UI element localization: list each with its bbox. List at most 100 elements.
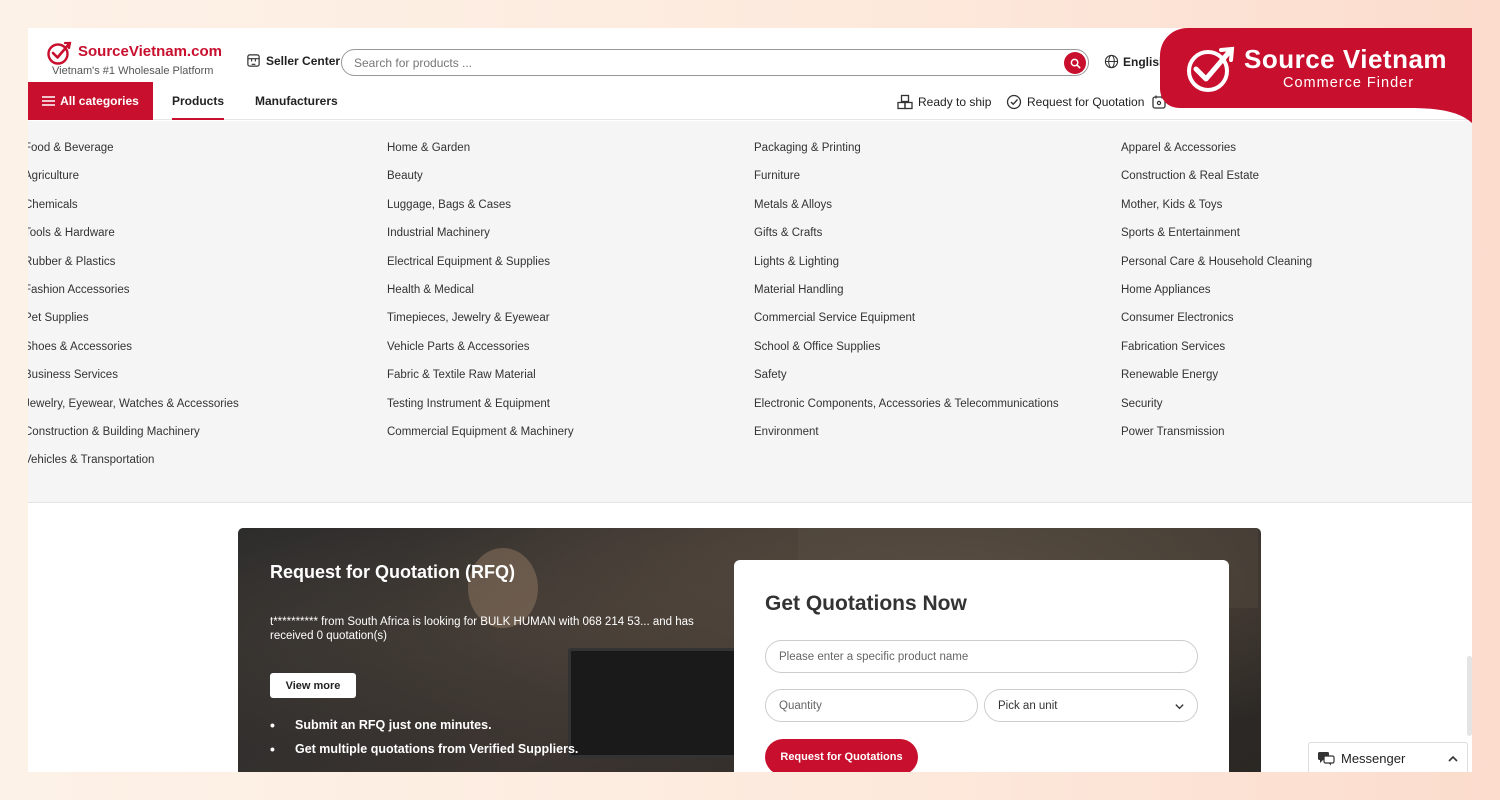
category-link[interactable]: Furniture [754, 169, 1059, 197]
list-item: Submit an RFQ just one minutes. [270, 717, 578, 742]
category-link[interactable]: Agriculture [28, 169, 364, 197]
quotation-form: Get Quotations Now Pick an unit Request … [734, 560, 1229, 772]
brand-subtitle: Commerce Finder [1283, 75, 1415, 91]
scrollbar[interactable] [1467, 656, 1472, 736]
category-link[interactable]: Metals & Alloys [754, 198, 1059, 226]
category-link[interactable]: Material Handling [754, 283, 1059, 311]
request-quotation-label: Request for Quotation [1027, 95, 1145, 109]
ready-to-ship-link[interactable]: Ready to ship [897, 94, 991, 110]
category-link[interactable]: Beauty [387, 169, 574, 197]
category-link[interactable]: Fabrication Services [1121, 340, 1312, 368]
search-icon [1070, 58, 1080, 68]
category-link[interactable]: Pet Supplies [28, 311, 364, 339]
category-link[interactable]: Jewelry, Eyewear, Watches & Accessories [28, 397, 364, 425]
category-link[interactable]: Industrial Machinery [387, 226, 574, 254]
list-item: Get multiple quotations from Verified Su… [270, 741, 578, 766]
brand-watermark: Source Vietnam Commerce Finder [1160, 28, 1472, 123]
category-link[interactable]: Fabric & Textile Raw Material [387, 368, 574, 396]
category-link[interactable]: Luggage, Bags & Cases [387, 198, 574, 226]
rfq-latest-request: t********** from South Africa is looking… [270, 616, 694, 642]
brand-title: Source Vietnam [1244, 44, 1448, 74]
category-link[interactable]: Construction & Building Machinery [28, 425, 364, 453]
category-link[interactable]: Power Transmission [1121, 425, 1312, 453]
seller-center-label: Seller Center [266, 53, 341, 68]
category-link[interactable]: Consumer Electronics [1121, 311, 1312, 339]
unit-select-value: Pick an unit [998, 699, 1058, 712]
category-link[interactable]: Personal Care & Household Cleaning [1121, 255, 1312, 283]
category-link[interactable]: Commercial Equipment & Machinery [387, 425, 574, 453]
product-name-input[interactable] [765, 640, 1198, 673]
category-link[interactable]: Safety [754, 368, 1059, 396]
category-link[interactable]: Health & Medical [387, 283, 574, 311]
tab-products[interactable]: Products [172, 94, 225, 120]
rfq-benefits-list: Submit an RFQ just one minutes. Get mult… [270, 717, 578, 766]
category-link[interactable]: Electronic Components, Accessories & Tel… [754, 397, 1059, 425]
category-link[interactable]: Home & Garden [387, 141, 574, 169]
category-link[interactable]: Construction & Real Estate [1121, 169, 1312, 197]
language-selector[interactable]: English [1104, 54, 1166, 69]
categories-dropdown: Food & Beverage Agriculture Chemicals Tools… [28, 121, 1472, 503]
category-link[interactable]: Environment [754, 425, 1059, 453]
category-link[interactable]: Timepieces, Jewelry & Eyewear [387, 311, 574, 339]
unit-select[interactable]: Pick an unit [984, 689, 1198, 722]
search-input[interactable] [354, 54, 1054, 72]
category-link[interactable]: Food & Beverage [28, 141, 364, 169]
chevron-down-icon [1175, 704, 1184, 710]
category-column-1: Food & Beverage Agriculture Chemicals Tools… [28, 141, 364, 482]
background-photo [568, 648, 758, 758]
category-link[interactable]: Mother, Kids & Toys [1121, 198, 1312, 226]
seller-center-link[interactable]: Seller Center [246, 53, 340, 68]
category-link[interactable]: Lights & Lighting [754, 255, 1059, 283]
chat-icon [1318, 751, 1335, 765]
logo-tagline: Vietnam's #1 Wholesale Platform [52, 65, 214, 77]
category-link[interactable]: Shoes & Accessories [28, 340, 364, 368]
chevron-up-icon [1448, 755, 1458, 762]
boxes-icon [897, 94, 913, 110]
tab-manufacturers[interactable]: Manufacturers [255, 94, 338, 108]
messenger-label: Messenger [1341, 750, 1406, 766]
category-link[interactable]: Electrical Equipment & Supplies [387, 255, 574, 283]
request-quotations-button[interactable]: Request for Quotations [765, 739, 918, 772]
ready-to-ship-label: Ready to ship [918, 95, 992, 109]
category-link[interactable]: Vehicles & Transportation [28, 453, 364, 481]
category-link[interactable]: Tools & Hardware [28, 226, 364, 254]
category-link[interactable]: Rubber & Plastics [28, 255, 364, 283]
category-link[interactable]: Commercial Service Equipment [754, 311, 1059, 339]
category-link[interactable]: Business Services [28, 368, 364, 396]
category-link[interactable]: Security [1121, 397, 1312, 425]
rfq-title: Request for Quotation (RFQ) [270, 562, 515, 582]
category-link[interactable]: Gifts & Crafts [754, 226, 1059, 254]
quantity-input[interactable] [765, 689, 978, 722]
brand-check-icon [1187, 46, 1235, 92]
request-quotation-link[interactable]: Request for Quotation [1006, 94, 1144, 110]
site-logo[interactable]: SourceVietnam.com Vietnam's #1 Wholesale… [46, 40, 226, 80]
menu-icon [42, 96, 56, 106]
category-link[interactable]: School & Office Supplies [754, 340, 1059, 368]
view-more-button[interactable]: View more [270, 673, 356, 698]
search-button[interactable] [1064, 52, 1086, 74]
category-link[interactable]: Renewable Energy [1121, 368, 1312, 396]
browser-page: SourceVietnam.com Vietnam's #1 Wholesale… [28, 28, 1472, 772]
search-bar [341, 49, 1089, 76]
quotation-form-title: Get Quotations Now [765, 592, 967, 615]
category-link[interactable]: Chemicals [28, 198, 364, 226]
category-link[interactable]: Packaging & Printing [754, 141, 1059, 169]
quotation-icon [1006, 94, 1022, 110]
globe-icon [1104, 54, 1119, 69]
all-categories-button[interactable]: All categories [28, 82, 153, 120]
category-link[interactable]: Sports & Entertainment [1121, 226, 1312, 254]
store-icon [247, 54, 260, 67]
logo-text: SourceVietnam.com [78, 43, 222, 60]
logo-check-icon [47, 41, 72, 65]
category-link[interactable]: Testing Instrument & Equipment [387, 397, 574, 425]
category-link[interactable]: Fashion Accessories [28, 283, 364, 311]
rfq-banner: Request for Quotation (RFQ) t********** … [238, 528, 1261, 772]
category-link[interactable]: Home Appliances [1121, 283, 1312, 311]
category-column-3: Packaging & Printing Furniture Metals & Al… [754, 141, 1059, 453]
all-categories-label: All categories [60, 94, 139, 108]
category-column-4: Apparel & Accessories Construction & Real… [1121, 141, 1312, 453]
category-link[interactable]: Apparel & Accessories [1121, 141, 1312, 169]
category-column-2: Home & Garden Beauty Luggage, Bags & Cases… [387, 141, 574, 453]
category-link[interactable]: Vehicle Parts & Accessories [387, 340, 574, 368]
messenger-widget[interactable]: Messenger [1308, 742, 1468, 772]
